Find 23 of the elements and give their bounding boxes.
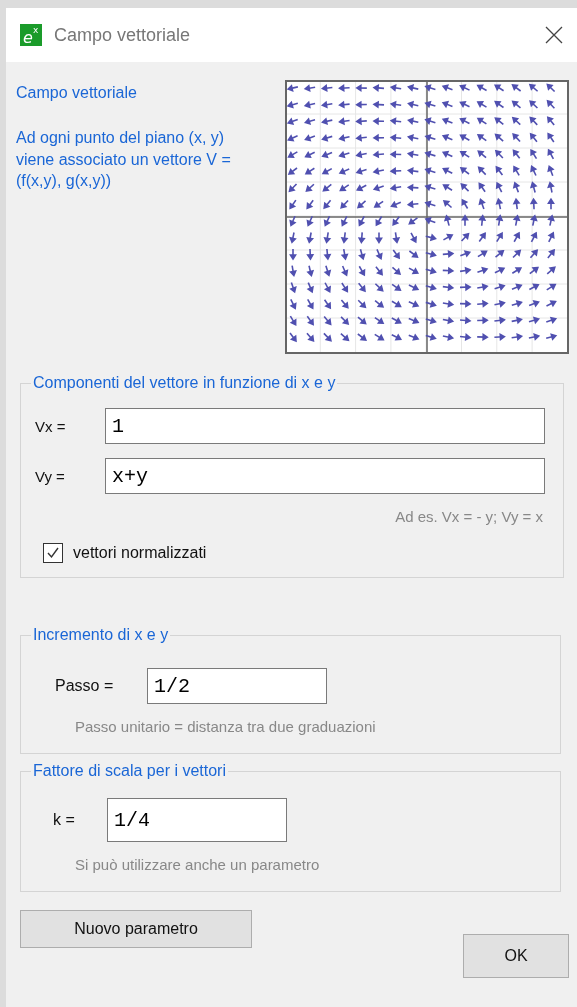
intro-heading: Campo vettoriale <box>16 84 138 102</box>
hint-text: Si può utilizzare anche un parametro <box>74 856 321 873</box>
input-field[interactable]: 1 <box>105 408 545 444</box>
group-legend: Componenti del vettore in funzione di x e y <box>31 374 338 392</box>
new-parameter-button[interactable]: Nuovo parametro <box>20 910 252 948</box>
ok-button[interactable]: OK <box>463 934 569 978</box>
checkbox[interactable] <box>43 543 63 563</box>
close-icon[interactable] <box>545 26 563 44</box>
field-label: k = <box>53 811 76 829</box>
field-label: Vy = <box>34 467 66 485</box>
hint-text: Passo unitario = distanza tra due graduazioni <box>74 718 377 735</box>
check-mark-icon <box>45 545 61 561</box>
field-label: Passo = <box>55 677 115 695</box>
group-legend: Incremento di x e y <box>31 626 171 644</box>
input-field[interactable]: 1/2 <box>147 668 327 704</box>
input-field[interactable]: 1/4 <box>107 798 287 842</box>
group-legend: Fattore di scala per i vettori <box>31 762 228 780</box>
intro-description: Ad ogni punto del piano (x, y) viene associato un vettore V = (f(x,y), g(x,y)) <box>16 128 232 192</box>
example-hint: Ad es. Vx = - y; Vy = x <box>394 508 543 525</box>
input-field[interactable]: x+y <box>105 458 545 494</box>
checkbox-label: vettori normalizzati <box>73 544 207 562</box>
field-label: Vx = <box>34 417 67 435</box>
window-title: Campo vettoriale <box>54 24 192 46</box>
